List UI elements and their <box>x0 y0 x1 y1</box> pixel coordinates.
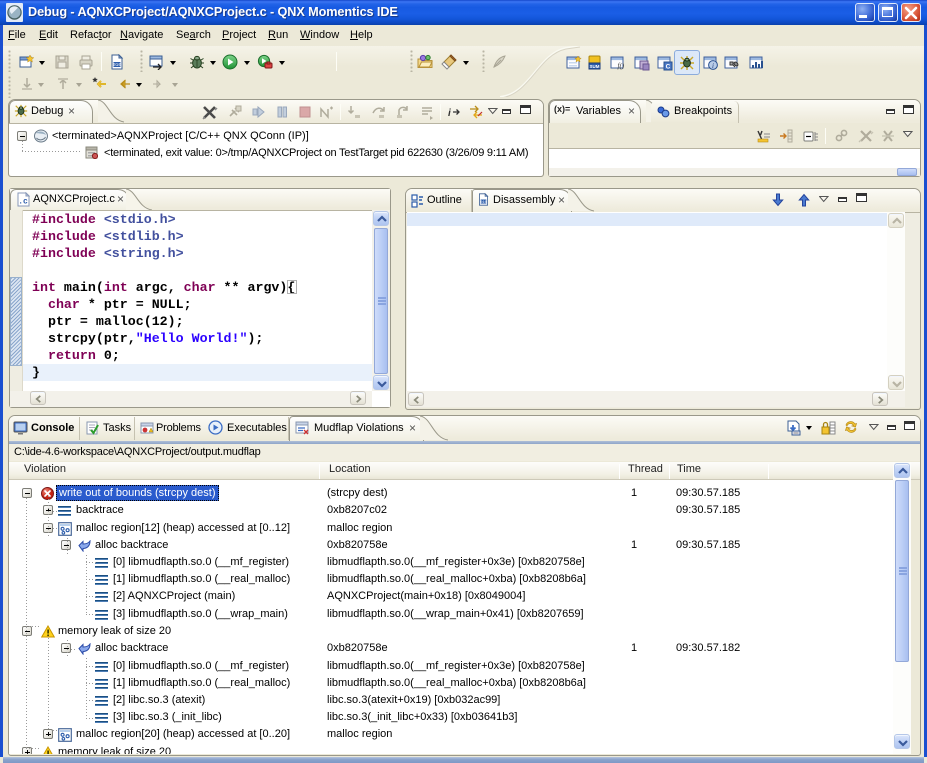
svg-text:f(): f() <box>618 62 625 70</box>
svg-text:C: C <box>666 64 671 71</box>
svg-text:SUM: SUM <box>590 64 600 69</box>
svg-text:.c: .c <box>18 198 28 207</box>
svg-text:i: i <box>712 62 714 70</box>
svg-text:i: i <box>448 108 451 119</box>
svg-text:010: 010 <box>480 201 487 205</box>
svg-text:010: 010 <box>113 62 121 68</box>
